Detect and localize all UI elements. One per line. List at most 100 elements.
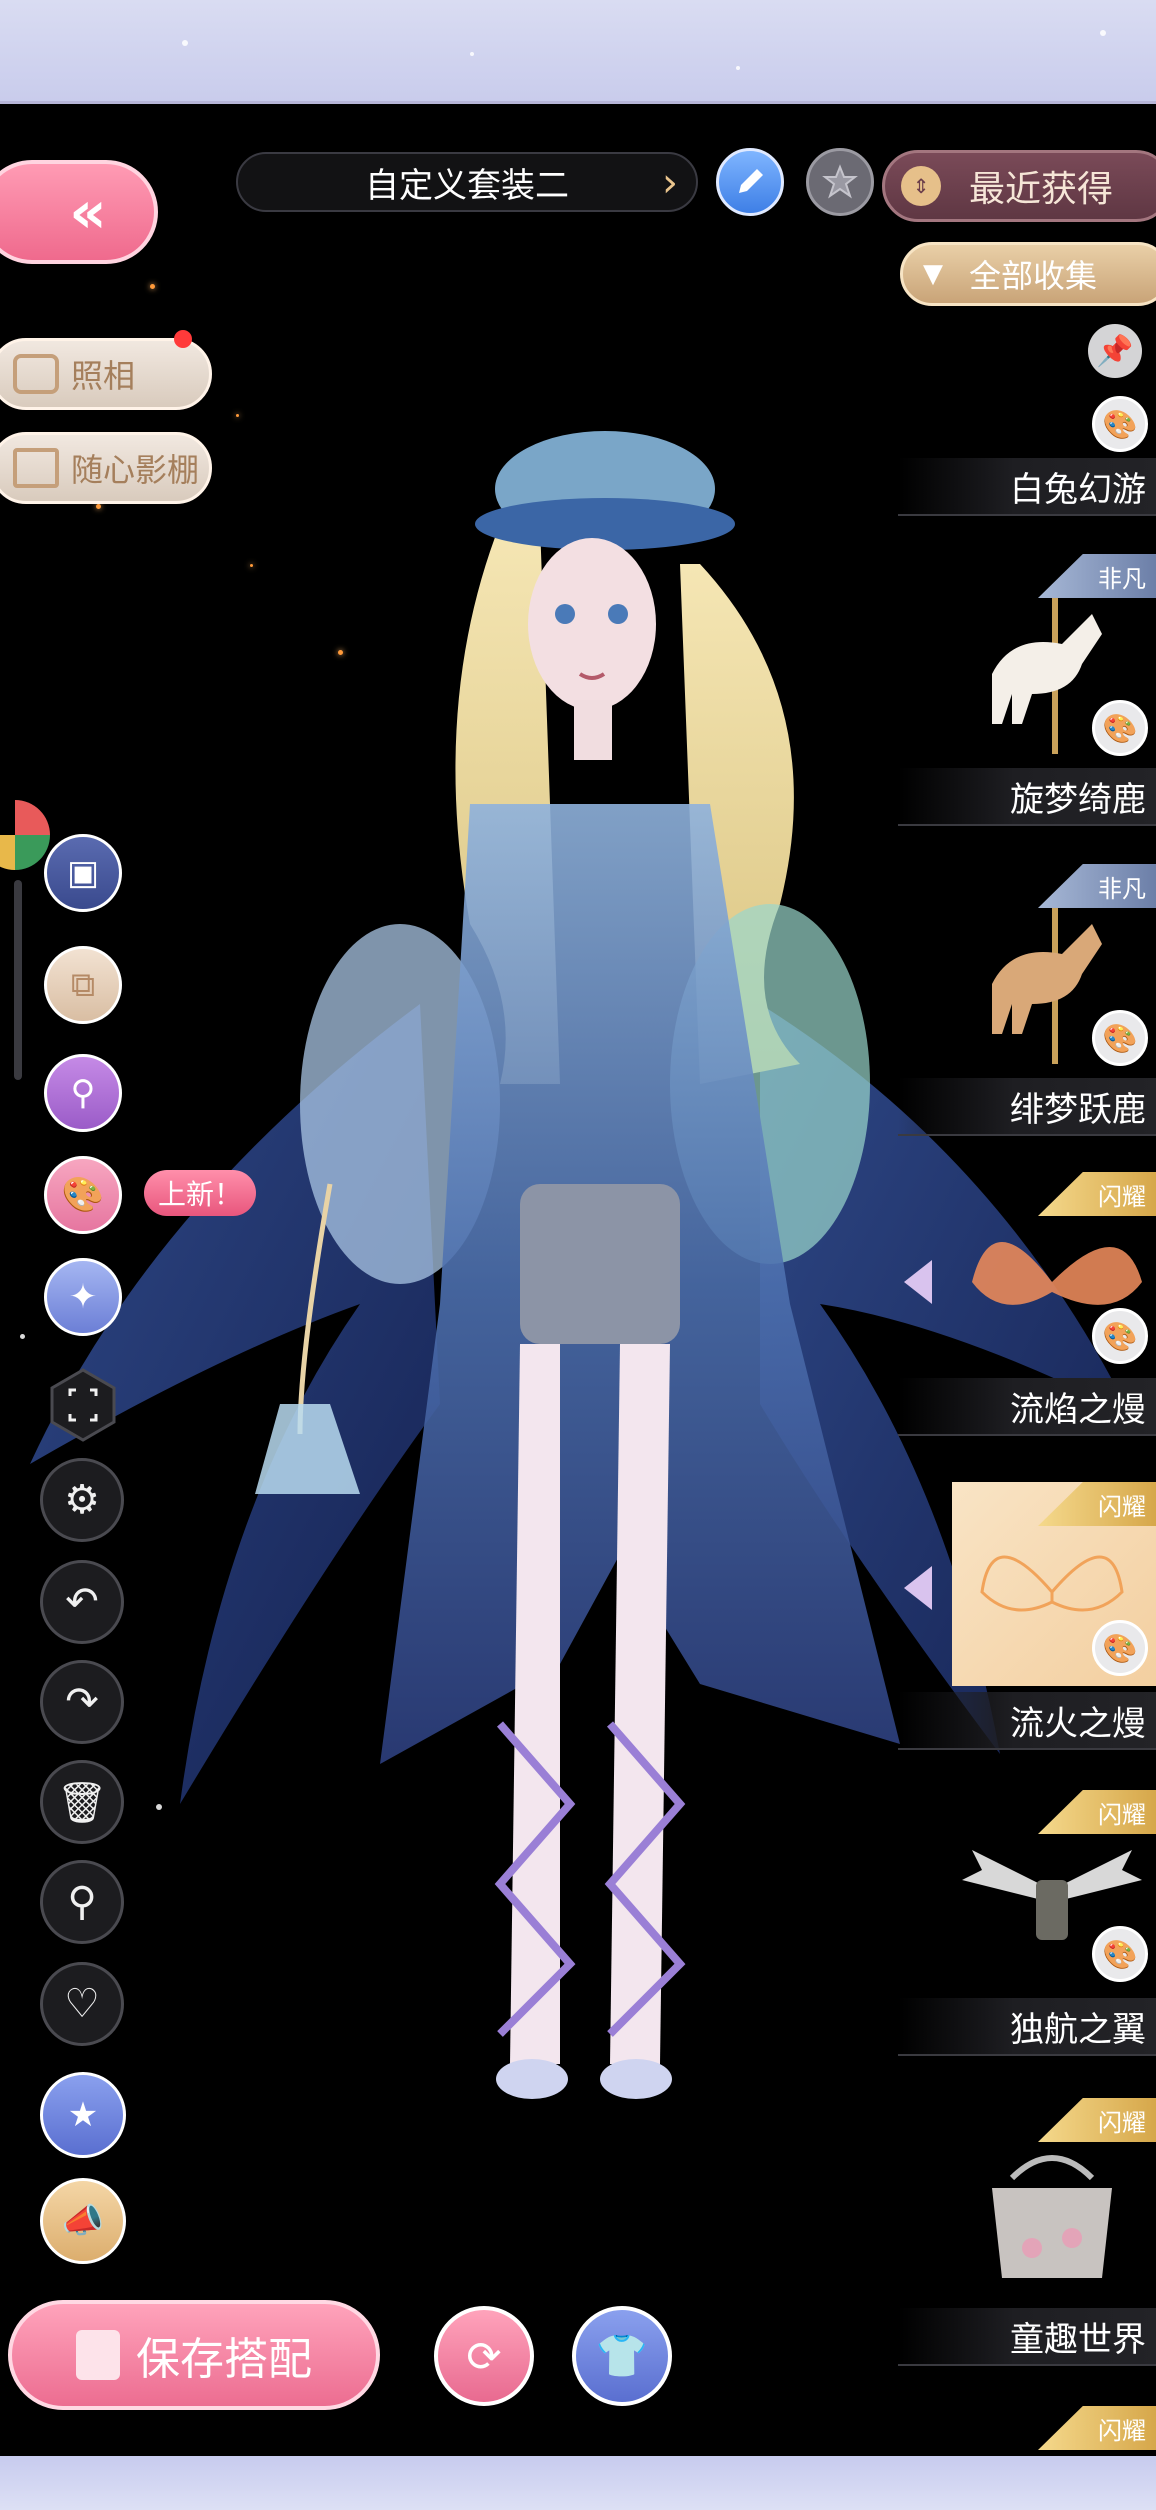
color-slider-track[interactable]	[14, 880, 22, 1080]
chevron-right-icon: ›	[662, 160, 678, 206]
recent-sort-button[interactable]: ⇕ 最近获得	[882, 150, 1156, 222]
list-item[interactable]: 🎨 白兔幻游	[898, 396, 1156, 516]
save-outfit-label: 保存搭配	[136, 2334, 312, 2385]
item-name: 流焰之熳	[1010, 1389, 1146, 1430]
list-item[interactable]: 闪耀 🎨 流焰之熳	[898, 1172, 1156, 1452]
color-wheel-icon[interactable]	[0, 800, 50, 870]
item-name: 独航之翼	[1010, 2009, 1146, 2050]
search-icon: ⚲	[67, 1879, 97, 1925]
undo-icon: ↶	[65, 1579, 99, 1625]
camera-label: 照相	[71, 357, 136, 395]
camera-button[interactable]: 照相	[0, 338, 212, 410]
sparkle-decoration	[182, 40, 188, 46]
save-icon	[76, 2330, 120, 2380]
recent-label: 最近获得	[969, 169, 1114, 210]
dye-icon[interactable]: 🎨	[1092, 1308, 1148, 1364]
sort-icon: ⇕	[901, 166, 941, 206]
collection-filter-label: 全部收集	[969, 257, 1098, 295]
studio-label: 随心影棚	[71, 451, 200, 489]
redo-icon: ↷	[65, 1679, 99, 1725]
shirt-icon: 👕	[595, 2331, 649, 2380]
dye-icon[interactable]: 🎨	[1092, 396, 1148, 452]
bottom-nav-strip	[0, 2456, 1156, 2510]
wardrobe-button[interactable]: 👕	[572, 2306, 672, 2406]
item-label-bar: 童趣世界	[898, 2308, 1156, 2366]
outfit-name-selector[interactable]: 自定义套装二 ›	[236, 152, 698, 212]
item-pointer-arrow	[904, 1260, 932, 1304]
list-item[interactable]: 闪耀 🎨 独航之翼	[898, 1790, 1156, 2070]
item-label-bar: 旋梦绮鹿	[898, 768, 1156, 826]
list-item-selected[interactable]: 闪耀 🎨 流火之熳	[898, 1482, 1156, 1762]
studio-button[interactable]: 随心影棚	[0, 432, 212, 504]
item-label-bar: 流火之熳	[898, 1692, 1156, 1750]
undo-button[interactable]: ↶	[40, 1560, 124, 1644]
item-label-bar: 独航之翼	[898, 1998, 1156, 2056]
item-name: 童趣世界	[1010, 2319, 1146, 2360]
magnify-filter-button[interactable]: ⚲	[44, 1054, 122, 1132]
pencil-icon	[739, 169, 763, 193]
outfit-name-label: 自定义套装二	[365, 165, 569, 206]
item-pointer-arrow	[904, 1566, 932, 1610]
rarity-badge: 闪耀	[1038, 2406, 1156, 2450]
wardrobe-icon: ▣	[66, 853, 100, 893]
like-button[interactable]: ♡	[40, 1962, 124, 2046]
heart-icon: ♡	[64, 1981, 100, 2027]
pin-button[interactable]: 📌	[1088, 324, 1142, 378]
trash-icon: 🗑	[56, 1779, 108, 1826]
item-name: 绯梦跃鹿	[1010, 1089, 1146, 1130]
magnify-icon: ⚲	[70, 1073, 96, 1113]
palette-button[interactable]: 🎨	[44, 1156, 122, 1234]
palette-icon: 🎨	[61, 1175, 105, 1215]
new-tag: 上新！	[144, 1170, 256, 1216]
dye-icon[interactable]: 🎨	[1092, 1620, 1148, 1676]
dye-icon[interactable]: 🎨	[1092, 700, 1148, 756]
copy-layer-button[interactable]: ⧉	[44, 946, 122, 1024]
list-item[interactable]: 闪耀	[938, 2406, 1156, 2456]
notification-dot	[174, 330, 192, 348]
delete-button[interactable]: 🗑	[40, 1760, 124, 1844]
sparkle-decoration	[20, 1334, 25, 1339]
dye-icon[interactable]: 🎨	[1092, 1010, 1148, 1066]
swap-button[interactable]: ⟳	[434, 2306, 534, 2406]
gear-icon: ⚙	[64, 1477, 100, 1523]
favorite-button[interactable]	[806, 148, 874, 216]
redo-button[interactable]: ↷	[40, 1660, 124, 1744]
search-button[interactable]: ⚲	[40, 1860, 124, 1944]
megaphone-icon: 📣	[61, 2201, 105, 2241]
sparkle-decoration	[156, 1804, 162, 1810]
item-label-bar: 绯梦跃鹿	[898, 1078, 1156, 1136]
fullscreen-button[interactable]	[50, 1368, 116, 1442]
collection-filter-button[interactable]: ▼ 全部收集	[900, 242, 1156, 306]
list-item[interactable]: 闪耀 童趣世界	[898, 2098, 1156, 2368]
star-collection-button[interactable]: ★	[40, 2072, 126, 2158]
announcement-button[interactable]: 📣	[40, 2178, 126, 2264]
pin-icon: 📌	[1096, 333, 1134, 369]
sparkle-decoration	[1100, 30, 1106, 36]
list-item[interactable]: 非凡 🎨 绯梦跃鹿	[898, 864, 1156, 1144]
item-label-bar: 流焰之熳	[898, 1378, 1156, 1436]
cube-icon	[13, 448, 59, 488]
camera-icon	[13, 354, 59, 394]
edit-button[interactable]	[716, 148, 784, 216]
magic-button[interactable]: ✦	[44, 1258, 122, 1336]
star-icon	[822, 164, 858, 199]
back-button[interactable]: «	[0, 160, 158, 264]
item-name: 旋梦绮鹿	[1010, 779, 1146, 820]
settings-button[interactable]: ⚙	[40, 1458, 124, 1542]
double-chevron-left-icon: «	[69, 178, 107, 246]
item-name: 流火之熳	[1010, 1703, 1146, 1744]
list-item[interactable]: 非凡 🎨 旋梦绮鹿	[898, 554, 1156, 834]
sparkle-decoration	[736, 66, 740, 70]
star-icon: ★	[67, 2095, 99, 2135]
triangle-down-icon: ▼	[923, 259, 943, 289]
outfit-preset-button[interactable]: ▣	[44, 834, 122, 912]
swap-icon: ⟳	[466, 2331, 502, 2381]
top-status-bar	[0, 0, 1156, 104]
wand-icon: ✦	[68, 1277, 98, 1317]
item-label-bar: 白兔幻游	[898, 458, 1156, 516]
dye-icon[interactable]: 🎨	[1092, 1926, 1148, 1982]
save-outfit-button[interactable]: 保存搭配	[8, 2300, 380, 2410]
item-name: 白兔幻游	[1010, 469, 1146, 510]
copy-icon: ⧉	[70, 965, 96, 1005]
sparkle-decoration	[470, 52, 474, 56]
